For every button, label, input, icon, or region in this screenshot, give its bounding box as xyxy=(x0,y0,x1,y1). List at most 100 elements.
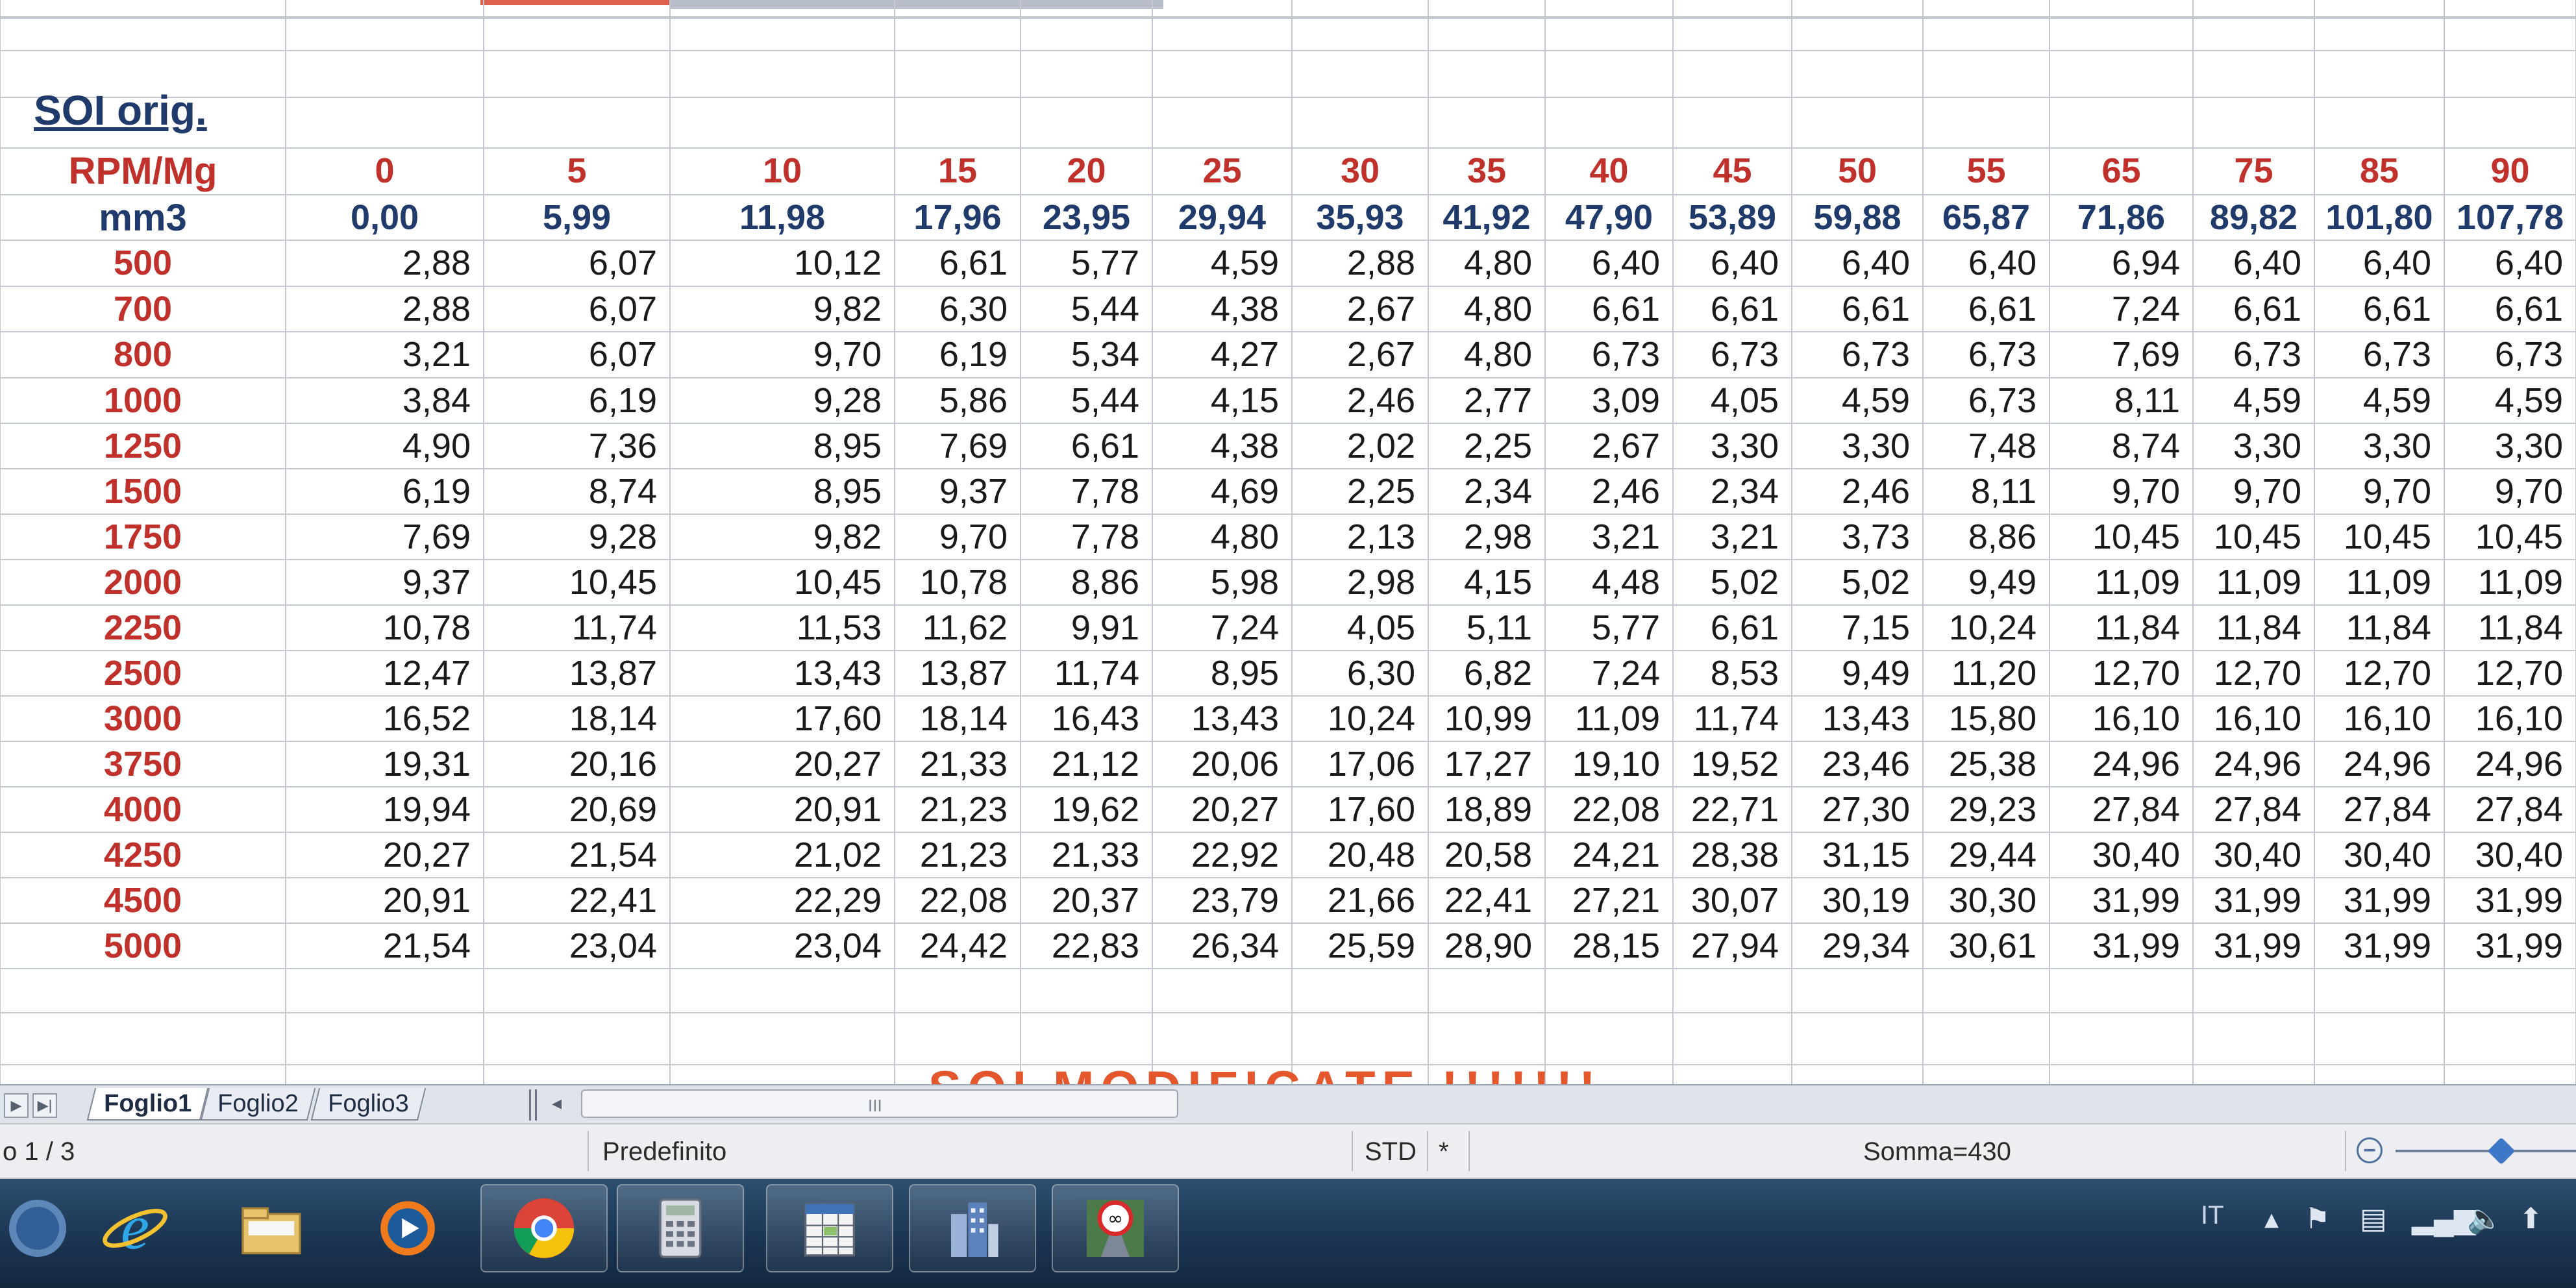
table-cell[interactable]: 3,84 xyxy=(286,378,484,423)
table-cell[interactable]: 11,74 xyxy=(484,605,670,650)
table-cell[interactable]: 3,09 xyxy=(1545,378,1673,423)
table-cell[interactable]: 12,70 xyxy=(2444,650,2576,696)
header-cell-mm3[interactable]: 41,92 xyxy=(1428,195,1545,240)
table-cell[interactable]: 15,80 xyxy=(1923,696,2050,741)
table-cell[interactable]: 4,15 xyxy=(1428,560,1545,605)
table-cell[interactable]: 2,34 xyxy=(1673,469,1792,514)
table-cell[interactable]: 8,74 xyxy=(484,469,670,514)
volume-icon[interactable]: 🔈 xyxy=(2467,1205,2503,1233)
table-cell[interactable]: 6,40 xyxy=(2444,240,2576,286)
table-cell[interactable]: 6,19 xyxy=(286,469,484,514)
table-cell[interactable]: 3,30 xyxy=(2193,423,2314,469)
table-cell[interactable]: 10,78 xyxy=(895,560,1021,605)
table-cell[interactable]: 4,59 xyxy=(1792,378,1923,423)
table-cell[interactable]: 10,45 xyxy=(670,560,895,605)
table-cell[interactable]: 6,61 xyxy=(1923,286,2050,332)
table-cell[interactable]: 4,27 xyxy=(1152,332,1292,377)
zoom-out-button[interactable]: − xyxy=(2357,1137,2383,1163)
table-cell[interactable]: 11,09 xyxy=(2444,560,2576,605)
table-cell[interactable]: 2,67 xyxy=(1292,286,1428,332)
taskbar-spreadsheet[interactable] xyxy=(766,1184,893,1272)
table-cell[interactable]: 9,70 xyxy=(2050,469,2193,514)
row-header-rpm[interactable]: 1750 xyxy=(0,514,286,560)
table-cell[interactable]: 4,69 xyxy=(1152,469,1292,514)
table-cell[interactable]: 6,61 xyxy=(1545,286,1673,332)
table-cell[interactable]: 16,10 xyxy=(2050,696,2193,741)
table-cell[interactable]: 17,60 xyxy=(1292,787,1428,832)
table-cell[interactable]: 4,59 xyxy=(2193,378,2314,423)
header-cell-mm3[interactable]: 5,99 xyxy=(484,195,670,240)
table-cell[interactable]: 6,61 xyxy=(1673,286,1792,332)
table-cell[interactable]: 11,84 xyxy=(2050,605,2193,650)
table-cell[interactable]: 2,25 xyxy=(1428,423,1545,469)
table-cell[interactable]: 2,46 xyxy=(1545,469,1673,514)
row-header-rpm[interactable]: 1250 xyxy=(0,423,286,469)
table-cell[interactable]: 10,45 xyxy=(2444,514,2576,560)
table-cell[interactable]: 7,69 xyxy=(286,514,484,560)
header-cell-degree[interactable]: 45 xyxy=(1673,148,1792,193)
table-cell[interactable]: 23,04 xyxy=(670,923,895,969)
row-header-rpm[interactable]: 2250 xyxy=(0,605,286,650)
table-cell[interactable]: 2,25 xyxy=(1292,469,1428,514)
table-cell[interactable]: 18,14 xyxy=(484,696,670,741)
table-cell[interactable]: 27,30 xyxy=(1792,787,1923,832)
table-cell[interactable]: 8,95 xyxy=(670,469,895,514)
table-cell[interactable]: 20,27 xyxy=(1152,787,1292,832)
table-cell[interactable]: 6,07 xyxy=(484,332,670,377)
table-cell[interactable]: 3,30 xyxy=(1673,423,1792,469)
table-cell[interactable]: 21,23 xyxy=(895,832,1021,878)
table-cell[interactable]: 11,62 xyxy=(895,605,1021,650)
table-cell[interactable]: 4,48 xyxy=(1545,560,1673,605)
table-cell[interactable]: 10,45 xyxy=(2314,514,2444,560)
table-cell[interactable]: 5,11 xyxy=(1428,605,1545,650)
table-cell[interactable]: 21,33 xyxy=(1021,832,1152,878)
table-cell[interactable]: 4,05 xyxy=(1673,378,1792,423)
table-cell[interactable]: 8,74 xyxy=(2050,423,2193,469)
taskbar-calculator[interactable] xyxy=(617,1184,744,1272)
table-cell[interactable]: 7,69 xyxy=(895,423,1021,469)
table-cell[interactable]: 2,98 xyxy=(1292,560,1428,605)
table-cell[interactable]: 6,61 xyxy=(895,240,1021,286)
table-cell[interactable]: 6,19 xyxy=(484,378,670,423)
table-cell[interactable]: 8,11 xyxy=(1923,469,2050,514)
table-cell[interactable]: 9,70 xyxy=(895,514,1021,560)
header-cell-degree[interactable]: 0 xyxy=(286,148,484,193)
table-cell[interactable]: 5,44 xyxy=(1021,286,1152,332)
table-cell[interactable]: 9,82 xyxy=(670,514,895,560)
table-cell[interactable]: 21,66 xyxy=(1292,878,1428,923)
table-cell[interactable]: 17,27 xyxy=(1428,741,1545,787)
table-cell[interactable]: 13,43 xyxy=(1152,696,1292,741)
table-cell[interactable]: 6,19 xyxy=(895,332,1021,377)
table-cell[interactable]: 27,84 xyxy=(2444,787,2576,832)
table-cell[interactable]: 6,40 xyxy=(2193,240,2314,286)
table-cell[interactable]: 27,84 xyxy=(2193,787,2314,832)
page-style[interactable]: Predefinito xyxy=(602,1139,726,1165)
header-cell-degree[interactable]: 55 xyxy=(1923,148,2050,193)
table-cell[interactable]: 30,30 xyxy=(1923,878,2050,923)
table-cell[interactable]: 3,21 xyxy=(1545,514,1673,560)
header-cell-mm3[interactable]: 65,87 xyxy=(1923,195,2050,240)
table-cell[interactable]: 7,36 xyxy=(484,423,670,469)
table-cell[interactable]: 6,61 xyxy=(1792,286,1923,332)
table-cell[interactable]: 9,70 xyxy=(670,332,895,377)
row-header-rpm[interactable]: 4500 xyxy=(0,878,286,923)
show-hidden-icons-icon[interactable]: ▴ xyxy=(2264,1205,2279,1233)
table-cell[interactable]: 22,29 xyxy=(670,878,895,923)
selection-mode[interactable]: STD xyxy=(1365,1139,1417,1165)
table-cell[interactable]: 5,02 xyxy=(1673,560,1792,605)
table-cell[interactable]: 6,73 xyxy=(1923,332,2050,377)
table-cell[interactable]: 16,52 xyxy=(286,696,484,741)
table-cell[interactable]: 9,37 xyxy=(286,560,484,605)
table-cell[interactable]: 31,99 xyxy=(2193,878,2314,923)
table-cell[interactable]: 6,82 xyxy=(1428,650,1545,696)
table-cell[interactable]: 24,42 xyxy=(895,923,1021,969)
table-cell[interactable]: 9,91 xyxy=(1021,605,1152,650)
table-cell[interactable]: 2,67 xyxy=(1292,332,1428,377)
table-cell[interactable]: 6,40 xyxy=(2314,240,2444,286)
header-cell-degree[interactable]: 20 xyxy=(1021,148,1152,193)
table-cell[interactable]: 11,09 xyxy=(1545,696,1673,741)
table-cell[interactable]: 10,12 xyxy=(670,240,895,286)
table-cell[interactable]: 20,06 xyxy=(1152,741,1292,787)
header-cell-mm3[interactable]: 59,88 xyxy=(1792,195,1923,240)
table-cell[interactable]: 5,77 xyxy=(1545,605,1673,650)
